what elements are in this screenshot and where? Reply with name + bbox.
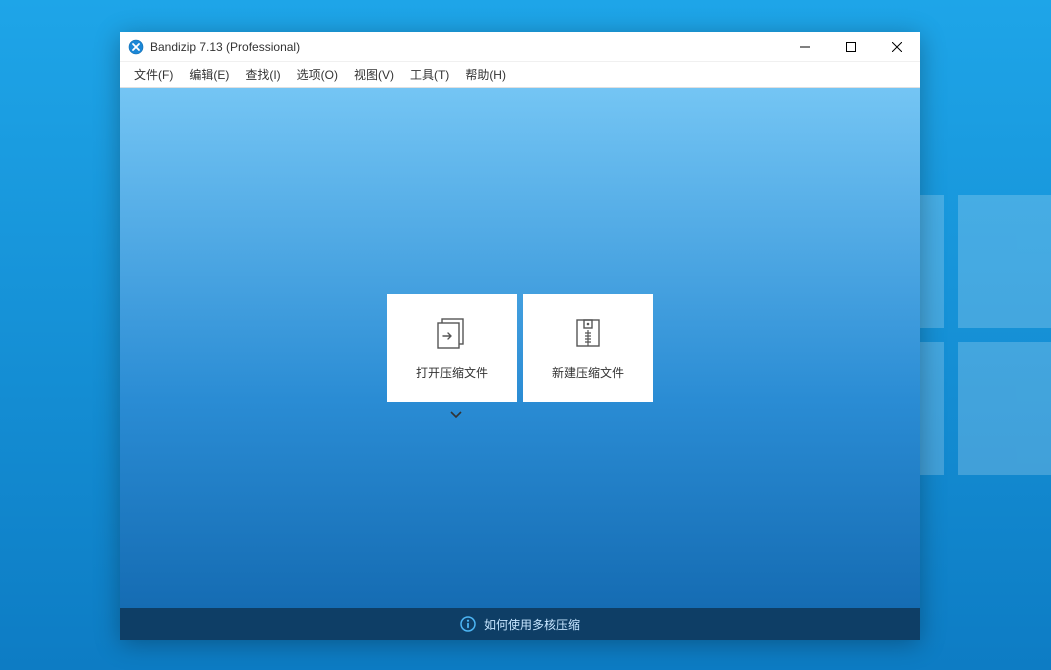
app-icon — [128, 39, 144, 55]
maximize-button[interactable] — [828, 32, 874, 61]
menu-view[interactable]: 视图(V) — [346, 62, 402, 87]
client-area: 打开压缩文件 新建压缩文件 — [120, 88, 920, 608]
action-cards: 打开压缩文件 新建压缩文件 — [387, 294, 653, 402]
menu-find[interactable]: 查找(I) — [237, 62, 288, 87]
info-icon — [460, 616, 476, 632]
archive-icon — [571, 316, 605, 350]
menu-edit[interactable]: 编辑(E) — [181, 62, 237, 87]
open-archive-button[interactable]: 打开压缩文件 — [387, 294, 517, 402]
menu-options[interactable]: 选项(O) — [289, 62, 346, 87]
open-file-icon — [435, 316, 469, 350]
statusbar-text: 如何使用多核压缩 — [484, 616, 580, 633]
new-archive-label: 新建压缩文件 — [552, 364, 624, 381]
menu-file[interactable]: 文件(F) — [126, 62, 181, 87]
app-window: Bandizip 7.13 (Professional) 文件(F) 编辑(E)… — [120, 32, 920, 640]
statusbar-tip[interactable]: 如何使用多核压缩 — [120, 608, 920, 640]
new-archive-button[interactable]: 新建压缩文件 — [523, 294, 653, 402]
titlebar[interactable]: Bandizip 7.13 (Professional) — [120, 32, 920, 62]
window-controls — [782, 32, 920, 61]
menubar: 文件(F) 编辑(E) 查找(I) 选项(O) 视图(V) 工具(T) 帮助(H… — [120, 62, 920, 88]
window-title: Bandizip 7.13 (Professional) — [150, 40, 782, 54]
menu-tools[interactable]: 工具(T) — [402, 62, 457, 87]
close-button[interactable] — [874, 32, 920, 61]
minimize-button[interactable] — [782, 32, 828, 61]
menu-help[interactable]: 帮助(H) — [457, 62, 514, 87]
open-archive-label: 打开压缩文件 — [416, 364, 488, 381]
chevron-down-icon[interactable] — [449, 408, 463, 422]
